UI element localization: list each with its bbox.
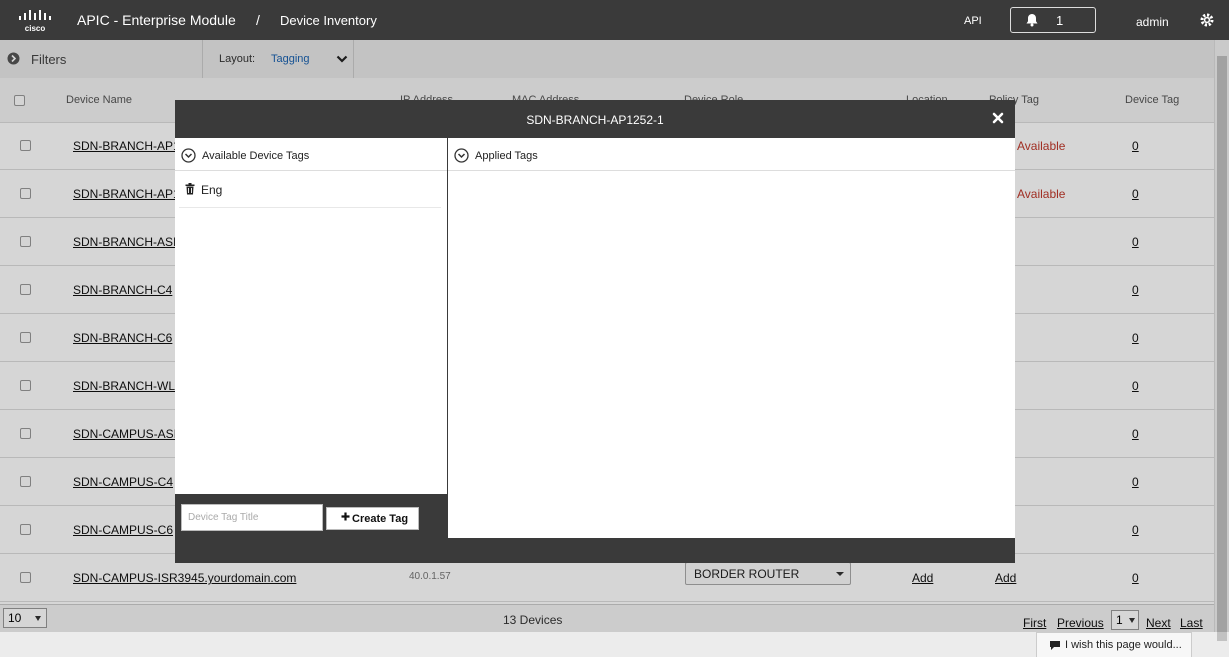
feedback-button[interactable]: I wish this page would... — [1036, 632, 1192, 657]
device-tag-title-input[interactable] — [181, 504, 323, 531]
available-tags-panel: Available Device Tags Eng — [175, 138, 447, 494]
brand-wordmark: cisco — [25, 24, 46, 33]
notifications-button[interactable]: 1 — [1010, 7, 1096, 33]
create-tag-label: Create Tag — [352, 513, 409, 525]
tag-label: Eng — [201, 183, 223, 197]
cisco-logo-icon[interactable]: cisco — [18, 9, 58, 33]
api-link[interactable]: API — [964, 15, 982, 27]
available-tags-heading: Available Device Tags — [202, 150, 310, 162]
modal-title: SDN-BRANCH-AP1252-1 — [526, 113, 664, 127]
breadcrumb-page[interactable]: Device Inventory — [280, 13, 377, 28]
chevron-down-circle-icon — [181, 148, 196, 163]
chevron-down-circle-icon — [454, 148, 469, 163]
applied-tags-header[interactable]: Applied Tags — [448, 138, 1015, 171]
create-tag-area: Create Tag — [175, 494, 447, 538]
top-nav-bar: cisco APIC - Enterprise Module / Device … — [0, 0, 1229, 40]
close-icon[interactable] — [992, 112, 1004, 124]
applied-tags-panel: Applied Tags — [448, 138, 1015, 538]
speech-bubble-icon — [1050, 641, 1060, 650]
trash-icon[interactable] — [185, 183, 195, 195]
feedback-label: I wish this page would... — [1065, 639, 1182, 651]
device-tag-modal: SDN-BRANCH-AP1252-1 Available Device Tag… — [175, 100, 1015, 563]
app-title[interactable]: APIC - Enterprise Module — [77, 12, 236, 28]
gear-icon[interactable] — [1199, 12, 1215, 28]
breadcrumb-separator: / — [256, 12, 260, 28]
user-menu[interactable]: admin — [1136, 15, 1169, 29]
list-item[interactable]: Eng — [179, 175, 441, 208]
available-tags-header[interactable]: Available Device Tags — [175, 138, 447, 171]
notification-count: 1 — [1056, 13, 1064, 28]
applied-tags-heading: Applied Tags — [475, 150, 538, 162]
plus-icon — [341, 512, 350, 521]
bell-icon — [1026, 14, 1038, 27]
create-tag-button[interactable]: Create Tag — [326, 507, 419, 530]
